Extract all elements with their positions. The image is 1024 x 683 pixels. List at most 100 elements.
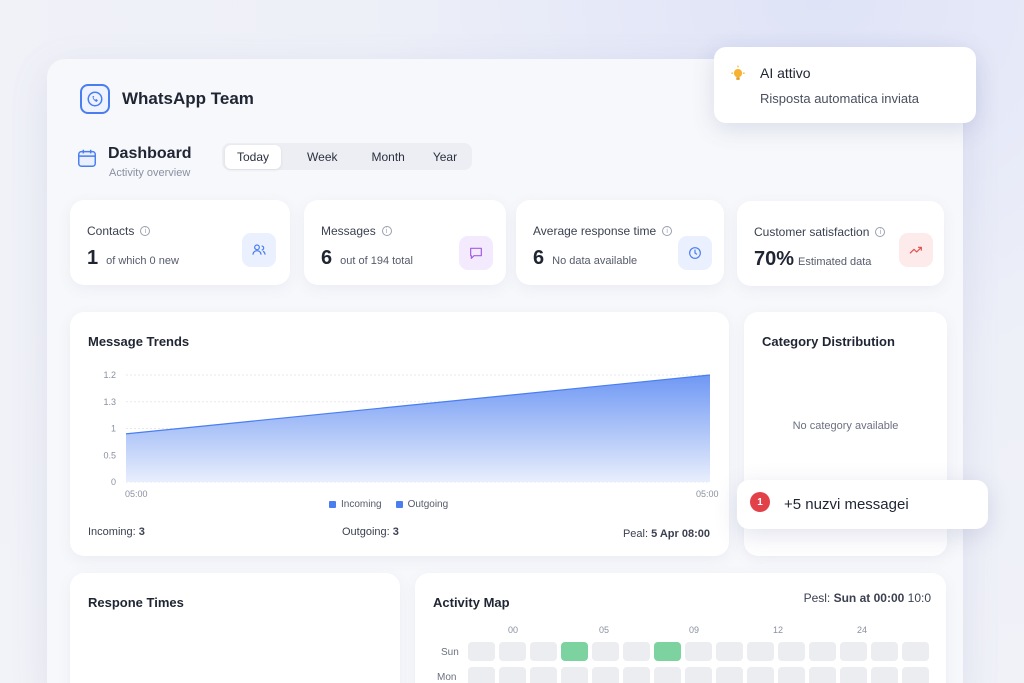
info-icon[interactable]: i bbox=[381, 226, 392, 236]
clock-icon bbox=[678, 236, 712, 270]
messages-card[interactable]: Messages i 6 out of 194 total bbox=[304, 200, 506, 285]
day-label: Mon bbox=[437, 672, 457, 683]
trend-up-icon bbox=[899, 233, 933, 267]
activity-peak-value: Sun at 00:00 bbox=[833, 591, 905, 605]
notification-badge: 1 bbox=[750, 492, 770, 512]
heatmap-cell[interactable] bbox=[747, 667, 774, 683]
page-subtitle: Activity overview bbox=[109, 167, 191, 179]
heatmap-cell[interactable] bbox=[592, 667, 619, 683]
section-title: Category Distribution bbox=[762, 334, 895, 349]
heatmap-cell[interactable] bbox=[530, 642, 557, 661]
empty-state: No category available bbox=[792, 420, 899, 432]
heatmap-cell[interactable] bbox=[840, 642, 867, 661]
heatmap-cell[interactable] bbox=[685, 642, 712, 661]
message-trends-chart: 0 0.5 1 1.3 1.2 05:00 05:00 bbox=[103, 370, 719, 499]
heatmap-cell[interactable] bbox=[902, 667, 929, 683]
response-times-card: Respone Times bbox=[70, 573, 400, 683]
heatmap-cell[interactable] bbox=[840, 667, 867, 683]
chart-legend: Incoming Outgoing bbox=[329, 499, 448, 510]
legend-label: Incoming bbox=[341, 499, 382, 510]
x-tick-label: 05:00 bbox=[696, 489, 719, 499]
stat-label: Messages bbox=[321, 224, 376, 238]
heatmap-cell[interactable] bbox=[747, 642, 774, 661]
tab-today[interactable]: Today bbox=[225, 144, 282, 169]
incoming-value: 3 bbox=[138, 526, 145, 538]
peak-label: Peal: bbox=[622, 528, 649, 540]
peak-value: 5 Apr 08:00 bbox=[651, 528, 710, 540]
info-icon[interactable]: i bbox=[140, 226, 151, 236]
heatmap-cell[interactable] bbox=[685, 667, 712, 683]
heatmap-cell[interactable] bbox=[530, 667, 557, 683]
y-tick-label: 0.5 bbox=[103, 450, 116, 460]
outgoing-total: Outgoing: 3 bbox=[342, 526, 399, 538]
stat-label: Customer satisfaction bbox=[754, 225, 870, 239]
stat-note: of which 0 new bbox=[106, 255, 179, 267]
y-tick-label: 1.2 bbox=[103, 370, 116, 380]
outgoing-label: Outgoing: bbox=[342, 526, 390, 538]
response-time-card[interactable]: Average response time i 6 No data availabl… bbox=[516, 200, 724, 285]
contacts-card[interactable]: Contacts i 1 of which 0 new bbox=[70, 200, 290, 285]
new-messages-toast[interactable]: 1 +5 nuzvi messagei bbox=[737, 480, 988, 529]
hour-label: 24 bbox=[857, 625, 868, 635]
brand-name: WhatsApp Team bbox=[122, 89, 254, 108]
heatmap-cell[interactable] bbox=[654, 642, 681, 661]
message-trends-card: Message Trends 0 0.5 1 1.3 1.2 05:00 05:00 I… bbox=[70, 312, 729, 556]
activity-peak-extra: 10:0 bbox=[907, 591, 931, 605]
section-title: Activity Map bbox=[433, 595, 510, 610]
heatmap-cell[interactable] bbox=[871, 642, 898, 661]
heatmap-cell[interactable] bbox=[623, 642, 650, 661]
lightbulb-icon bbox=[731, 65, 745, 80]
heatmap-cell[interactable] bbox=[809, 642, 836, 661]
heatmap-cell[interactable] bbox=[499, 667, 526, 683]
hour-label: 00 bbox=[508, 625, 519, 635]
stat-value: 6 bbox=[533, 247, 545, 269]
tab-year[interactable]: Year bbox=[421, 145, 469, 169]
stat-note: out of 194 total bbox=[340, 255, 413, 267]
stat-value: 70% bbox=[754, 248, 795, 270]
heatmap-cell[interactable] bbox=[716, 667, 743, 683]
x-tick-label: 05:00 bbox=[125, 489, 148, 499]
ai-active-notification[interactable]: AI attivo Risposta automatica inviata bbox=[714, 47, 976, 123]
heatmap-cell[interactable] bbox=[871, 667, 898, 683]
heatmap-cell[interactable] bbox=[716, 642, 743, 661]
heatmap-cell[interactable] bbox=[499, 642, 526, 661]
satisfaction-card[interactable]: Customer satisfaction i 70% Estimated data bbox=[737, 201, 944, 286]
info-icon[interactable]: i bbox=[875, 227, 886, 237]
tab-week[interactable]: Week bbox=[295, 145, 349, 169]
heatmap-cell[interactable] bbox=[592, 642, 619, 661]
heatmap-cell[interactable] bbox=[561, 667, 588, 683]
hour-label: 09 bbox=[689, 625, 700, 635]
incoming-label: Incoming: bbox=[88, 526, 136, 538]
outgoing-value: 3 bbox=[392, 526, 399, 538]
legend-swatch bbox=[395, 501, 403, 508]
heatmap-cell[interactable] bbox=[902, 642, 929, 661]
heatmap-cell[interactable] bbox=[778, 667, 805, 683]
hour-label: 12 bbox=[773, 625, 784, 635]
heatmap-cell[interactable] bbox=[468, 667, 495, 683]
users-icon bbox=[242, 233, 276, 267]
y-tick-label: 1 bbox=[111, 424, 116, 434]
heatmap-cell[interactable] bbox=[654, 667, 681, 683]
section-title: Respone Times bbox=[88, 595, 184, 610]
hour-label: 05 bbox=[599, 625, 610, 635]
heatmap-cell[interactable] bbox=[778, 642, 805, 661]
brand-header: WhatsApp Team bbox=[80, 84, 254, 114]
legend-label: Outgoing bbox=[407, 499, 449, 510]
info-icon[interactable]: i bbox=[662, 226, 673, 236]
y-tick-label: 1.3 bbox=[103, 397, 116, 407]
day-label: Sun bbox=[441, 647, 459, 658]
peak-info: Peal: 5 Apr 08:00 bbox=[623, 528, 710, 540]
legend-item-outgoing[interactable]: Outgoing bbox=[395, 499, 449, 510]
heatmap-cell[interactable] bbox=[809, 667, 836, 683]
stat-label: Contacts bbox=[87, 224, 135, 238]
legend-swatch bbox=[329, 501, 336, 508]
period-tabs: Today Week Month Year bbox=[222, 143, 472, 170]
area-series-incoming bbox=[126, 375, 710, 482]
tab-month[interactable]: Month bbox=[360, 145, 417, 169]
legend-item-incoming[interactable]: Incoming bbox=[329, 499, 382, 510]
heatmap-cell[interactable] bbox=[468, 642, 495, 661]
heatmap-cell[interactable] bbox=[623, 667, 650, 683]
dashboard-heading: Dashboard Activity overview bbox=[76, 145, 192, 179]
heatmap-cell[interactable] bbox=[561, 642, 588, 661]
activity-peak: Pesl: Sun at 00:00 10:0 bbox=[804, 591, 931, 605]
